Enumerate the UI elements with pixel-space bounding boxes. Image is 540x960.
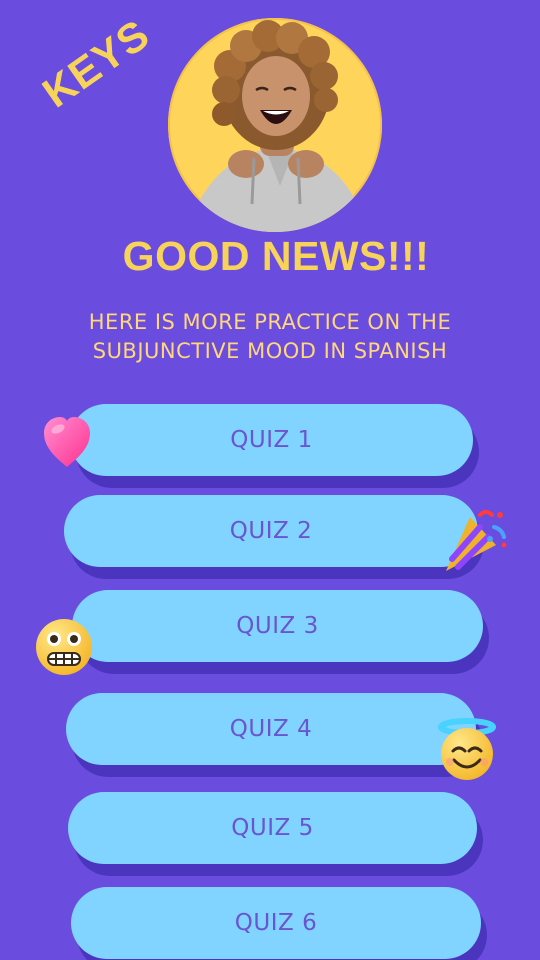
quiz-6-label: QUIZ 6	[234, 910, 318, 936]
quiz-5-label: QUIZ 5	[231, 815, 314, 841]
quiz-1-button[interactable]: QUIZ 1	[70, 404, 473, 476]
profile-photo	[168, 18, 382, 232]
quiz-4-button[interactable]: QUIZ 4	[66, 693, 476, 765]
person-illustration	[188, 20, 366, 232]
quiz-6-button[interactable]: QUIZ 6	[71, 887, 481, 959]
quiz-2-button[interactable]: QUIZ 2	[64, 495, 478, 567]
quiz-3-button[interactable]: QUIZ 3	[72, 590, 483, 662]
page-title: GOOD NEWS!!!	[122, 233, 430, 279]
grimacing-face-icon	[34, 617, 94, 677]
quiz-5-button[interactable]: QUIZ 5	[68, 792, 477, 864]
smiling-face-with-halo-icon	[434, 718, 500, 784]
heart-icon	[38, 413, 96, 471]
quiz-2-label: QUIZ 2	[229, 518, 313, 544]
quiz-4-label: QUIZ 4	[229, 716, 313, 742]
keys-label: KEYS	[34, 10, 158, 117]
quiz-3-label: QUIZ 3	[236, 613, 319, 639]
party-popper-icon	[440, 505, 510, 577]
quiz-1-label: QUIZ 1	[230, 427, 313, 453]
page-subtitle: HERE IS MORE PRACTICE ON THE SUBJUNCTIVE…	[88, 310, 452, 363]
page: KEYS GOOD NEWS!!! HERE IS MORE PRACTICE …	[0, 0, 540, 960]
